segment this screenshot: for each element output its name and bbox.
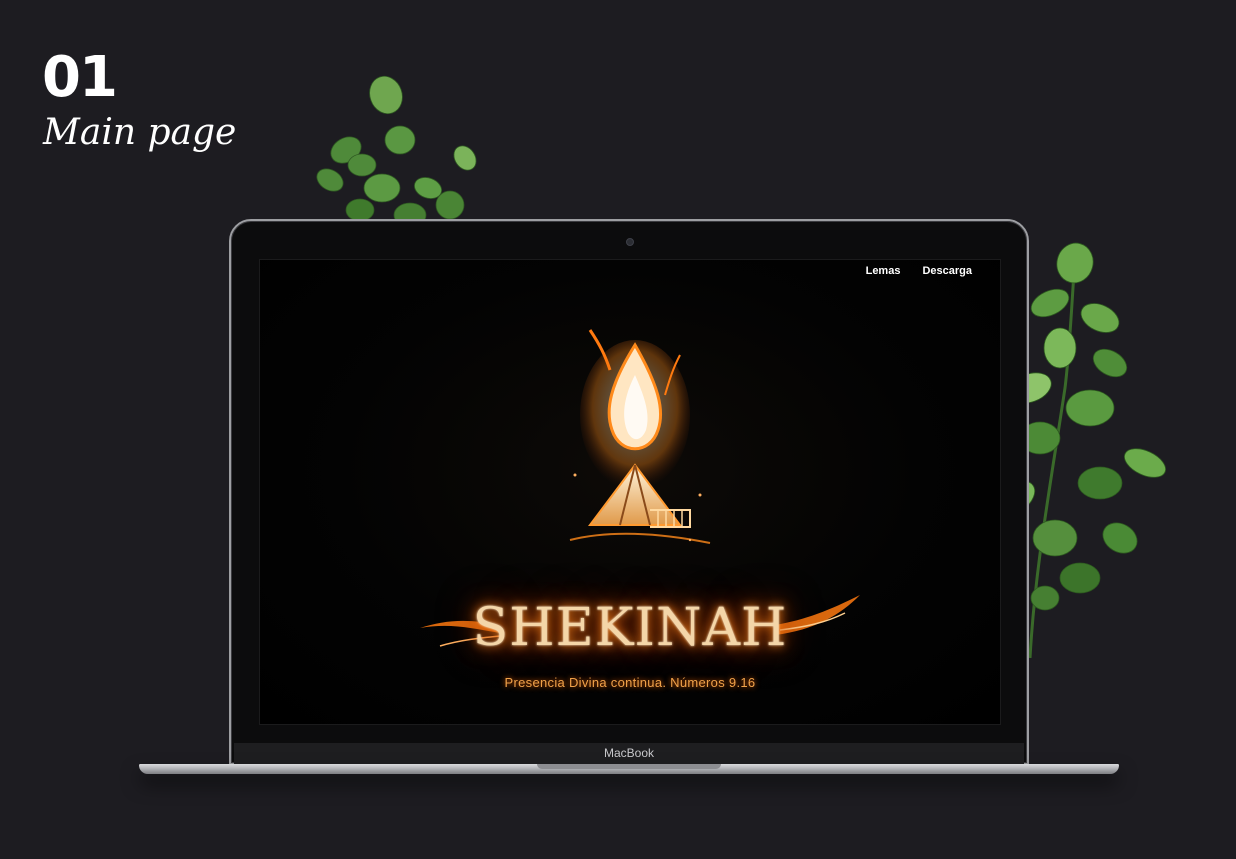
case-number: 01 <box>42 50 116 104</box>
site-nav: Lemas Descarga <box>866 265 972 277</box>
nav-link-lemas[interactable]: Lemas <box>866 265 901 277</box>
laptop-bottom-bezel: MacBook <box>234 743 1024 764</box>
tagline: Presencia Divina continua. Números 9.16 <box>504 675 756 690</box>
case-title: Main page <box>43 112 237 153</box>
plant-decoration-top <box>316 75 477 228</box>
brand-wordmark: SHEKINAH <box>472 598 788 658</box>
device-label: MacBook <box>603 746 655 760</box>
website-screen: Lemas Descarga SHEKINAH Presencia Divina… <box>259 259 1001 725</box>
laptop-notch <box>537 764 721 769</box>
webcam-icon <box>626 238 634 246</box>
flame-over-tent-icon <box>569 329 711 544</box>
nav-link-descarga[interactable]: Descarga <box>922 265 972 277</box>
